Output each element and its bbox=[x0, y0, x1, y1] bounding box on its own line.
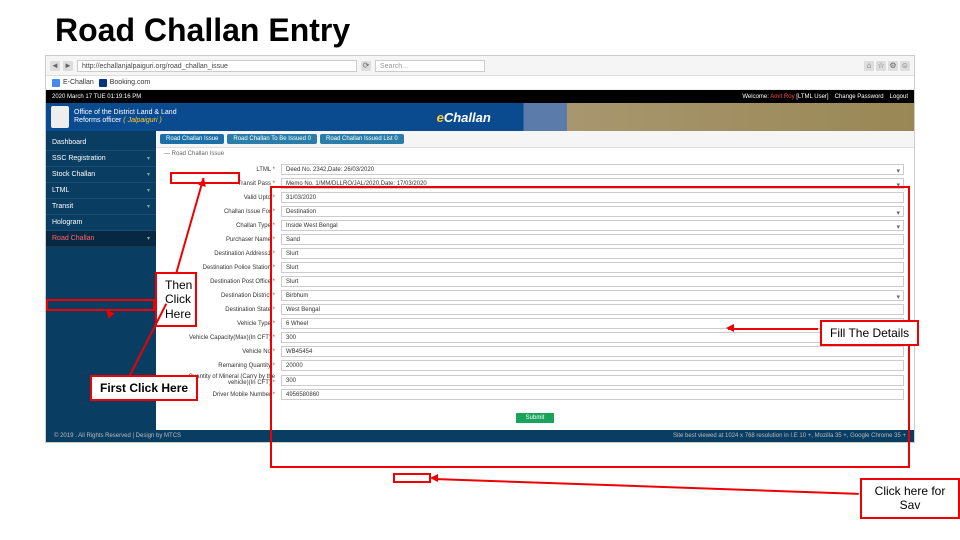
label-ltml: LTML * bbox=[166, 167, 281, 173]
sidebar-item-ssc[interactable]: SSC Registration▾ bbox=[46, 151, 156, 167]
label-dps: Destination Police Station * bbox=[166, 265, 281, 271]
nav-icons: ◄ ► bbox=[50, 61, 73, 71]
star-icon[interactable]: ☆ bbox=[876, 61, 886, 71]
search-field[interactable]: Search... bbox=[375, 60, 485, 72]
browser-right-icons: ⌂ ☆ ⚙ ☺ bbox=[864, 61, 910, 71]
govt-emblem-icon bbox=[51, 106, 69, 128]
smile-icon[interactable]: ☺ bbox=[900, 61, 910, 71]
label-pname: Purchaser Name * bbox=[166, 237, 281, 243]
header-strip: Office of the District Land & Land Refor… bbox=[46, 103, 914, 131]
input-dpo[interactable]: Slurt bbox=[281, 276, 904, 287]
fav-booking[interactable]: Booking.com bbox=[99, 79, 150, 87]
submit-button[interactable]: Submit bbox=[516, 413, 555, 423]
fav-label: Booking.com bbox=[110, 79, 150, 86]
gear-icon[interactable]: ⚙ bbox=[888, 61, 898, 71]
callout-then-click: Then Click Here bbox=[155, 272, 197, 327]
tab-row: Road Challan Issue Road Challan To Be Is… bbox=[156, 131, 914, 148]
callout-click-save: Click here for Sav bbox=[860, 478, 960, 519]
select-ltml[interactable]: Deed No. 2342,Date: 26/03/2020▾ bbox=[281, 164, 904, 175]
forward-icon[interactable]: ► bbox=[63, 61, 73, 71]
fav-echallan[interactable]: E-Challan bbox=[52, 79, 94, 87]
refresh-icon[interactable]: ⟳ bbox=[361, 61, 371, 71]
footer-right: Site best viewed at 1024 x 768 resolutio… bbox=[673, 433, 906, 439]
input-vno[interactable]: WB45454 bbox=[281, 346, 904, 357]
input-dps[interactable]: Slurt bbox=[281, 262, 904, 273]
sidebar-item-stock[interactable]: Stock Challan▾ bbox=[46, 167, 156, 183]
home-icon[interactable]: ⌂ bbox=[864, 61, 874, 71]
main-panel: Road Challan Issue Road Challan To Be Is… bbox=[156, 131, 914, 430]
chevron-down-icon: ▾ bbox=[896, 292, 900, 303]
sidebar-item-dashboard[interactable]: Dashboard bbox=[46, 135, 156, 151]
input-valid[interactable]: 31/03/2020 bbox=[281, 192, 904, 203]
input-dstate[interactable]: West Bengal bbox=[281, 304, 904, 315]
page-topbar: 2020 March 17 TUE 01:19:16 PM Welcome: A… bbox=[46, 90, 914, 103]
chevron-down-icon: ▾ bbox=[147, 235, 150, 242]
fav-label: E-Challan bbox=[63, 79, 94, 86]
select-ddist[interactable]: Birbhum▾ bbox=[281, 290, 904, 301]
chevron-down-icon: ▾ bbox=[896, 180, 900, 191]
url-field[interactable]: http://echallanjalpaiguri.org/road_chall… bbox=[77, 60, 357, 72]
label-vcap: Vehicle Capacity(Max)(In CFT) * bbox=[166, 335, 281, 341]
input-daddr[interactable]: Slurt bbox=[281, 248, 904, 259]
datetime: 2020 March 17 TUE 01:19:16 PM bbox=[52, 94, 141, 100]
sidebar-item-transit[interactable]: Transit▾ bbox=[46, 199, 156, 215]
footer-left: © 2019 . All Rights Reserved | Design by… bbox=[54, 433, 181, 439]
select-vtype[interactable]: 6 Wheel▾ bbox=[281, 318, 904, 329]
arrow-line bbox=[434, 478, 859, 495]
input-qmin[interactable]: 300 bbox=[281, 375, 904, 386]
label-issuefor: Challan Issue For * bbox=[166, 209, 281, 215]
breadcrumb: — Road Challan Issue bbox=[156, 148, 914, 160]
annotation-box-submit bbox=[393, 473, 431, 483]
select-issuefor[interactable]: Destination▾ bbox=[281, 206, 904, 217]
callout-first-click: First Click Here bbox=[90, 375, 198, 401]
label-daddr: Destination Address1 * bbox=[166, 251, 281, 257]
chevron-down-icon: ▾ bbox=[896, 208, 900, 219]
sidebar-item-ltml[interactable]: LTML▾ bbox=[46, 183, 156, 199]
arrowhead-icon bbox=[430, 474, 438, 482]
change-password-link[interactable]: Change Password bbox=[835, 94, 884, 100]
label-transit: Transit Pass * bbox=[166, 181, 281, 187]
tab-issued-list[interactable]: Road Challan Issued List 0 bbox=[320, 134, 404, 144]
tab-road-challan-issue[interactable]: Road Challan Issue bbox=[160, 134, 224, 144]
sidebar-item-hologram[interactable]: Hologram bbox=[46, 215, 156, 231]
callout-fill-details: Fill The Details bbox=[820, 320, 919, 346]
input-rqty[interactable]: 20000 bbox=[281, 360, 904, 371]
topbar-right: Welcome: Amit Roy [LTML User] Change Pas… bbox=[742, 94, 908, 100]
welcome-text: Welcome: Amit Roy [LTML User] bbox=[742, 94, 828, 100]
slide-title: Road Challan Entry bbox=[0, 0, 960, 57]
back-icon[interactable]: ◄ bbox=[50, 61, 60, 71]
select-ctype[interactable]: Inside West Bengal▾ bbox=[281, 220, 904, 231]
input-pname[interactable]: Sand bbox=[281, 234, 904, 245]
chevron-down-icon: ▾ bbox=[896, 166, 900, 177]
page-footer: © 2019 . All Rights Reserved | Design by… bbox=[46, 430, 914, 442]
browser-address-bar: ◄ ► http://echallanjalpaiguri.org/road_c… bbox=[46, 56, 914, 76]
logout-link[interactable]: Logout bbox=[890, 94, 908, 100]
label-ctype: Challan Type * bbox=[166, 223, 281, 229]
chevron-down-icon: ▾ bbox=[147, 187, 150, 194]
chevron-down-icon: ▾ bbox=[147, 155, 150, 162]
tab-to-be-issued[interactable]: Road Challan To Be Issued 0 bbox=[227, 134, 317, 144]
label-rqty: Remaining Quantity * bbox=[166, 363, 281, 369]
label-valid: Valid Upto * bbox=[166, 195, 281, 201]
form-area: LTML *Deed No. 2342,Date: 26/03/2020▾ Tr… bbox=[156, 160, 914, 430]
label-vno: Vehicle No * bbox=[166, 349, 281, 355]
chevron-down-icon: ▾ bbox=[147, 171, 150, 178]
select-transit[interactable]: Memo No. 1/MM/DLLRO/JAL/2020,Date: 17/03… bbox=[281, 178, 904, 189]
site-icon bbox=[52, 79, 60, 87]
echallan-logo: eChallan bbox=[437, 110, 491, 125]
favorites-bar: E-Challan Booking.com bbox=[46, 76, 914, 90]
input-dmob[interactable]: 4956580860 bbox=[281, 389, 904, 400]
office-title: Office of the District Land & Land Refor… bbox=[74, 109, 177, 124]
site-icon bbox=[99, 79, 107, 87]
input-vcap[interactable]: 300 bbox=[281, 332, 904, 343]
sidebar-item-road-challan[interactable]: Road Challan▾ bbox=[46, 231, 156, 247]
chevron-down-icon: ▾ bbox=[147, 203, 150, 210]
chevron-down-icon: ▾ bbox=[896, 222, 900, 233]
